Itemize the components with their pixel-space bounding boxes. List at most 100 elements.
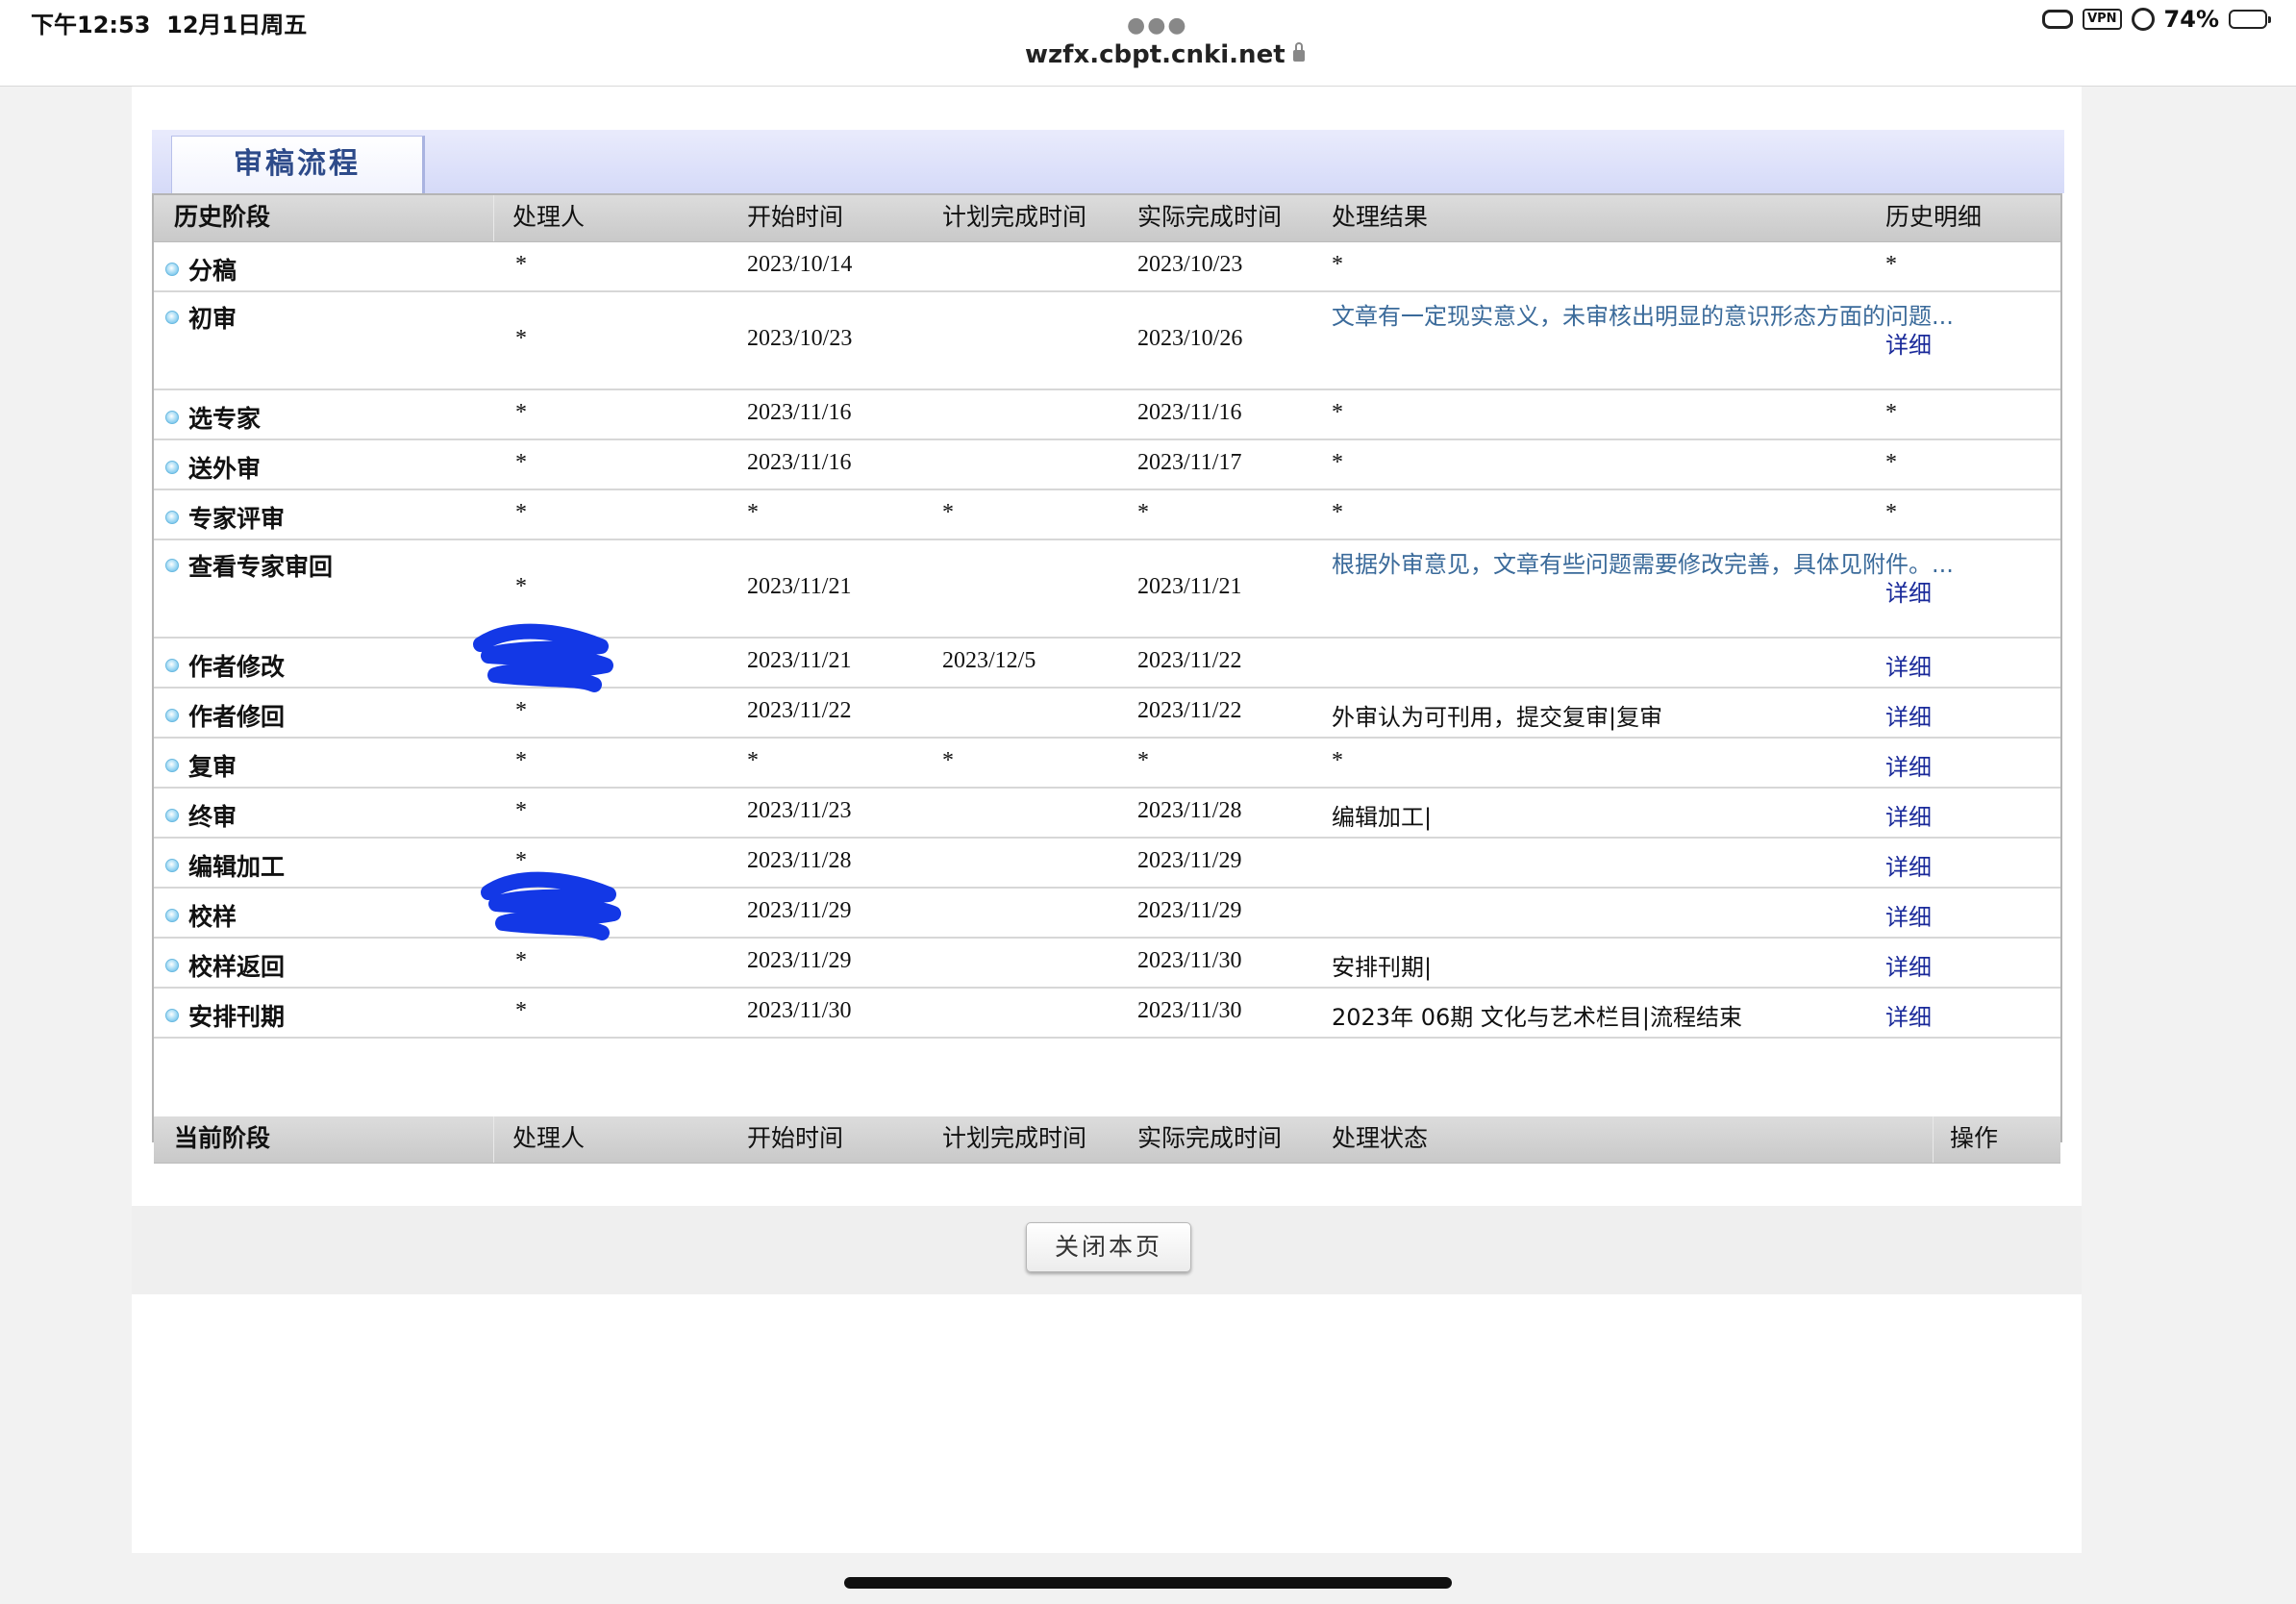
stage-label: 终审 xyxy=(188,803,237,831)
result-cell: 2023年 06期 文化与艺术栏目|流程结束 xyxy=(1332,1004,1742,1031)
table-row: 分稿 * 2023/10/14 2023/10/23 * * xyxy=(154,242,2060,292)
stage-cell: 校样返回 xyxy=(165,948,285,983)
bullet-icon xyxy=(165,511,179,524)
actual-time-cell: 2023/11/22 xyxy=(1137,648,1242,673)
bullet-icon xyxy=(165,559,179,572)
handler-cell: * xyxy=(515,326,527,351)
bullet-icon xyxy=(165,659,179,672)
header-action: 操作 xyxy=(1950,1124,1999,1152)
lock-icon xyxy=(1292,42,1305,62)
bullet-icon xyxy=(165,461,179,474)
actual-time-cell: 2023/11/21 xyxy=(1137,574,1242,599)
table-row: 安排刊期 * 2023/11/30 2023/11/30 2023年 06期 文化与艺术… xyxy=(154,989,2060,1039)
stage-cell: 初审 xyxy=(165,300,237,335)
table-row: 送外审 * 2023/11/16 2023/11/17 * * xyxy=(154,440,2060,490)
column-divider xyxy=(1933,1116,1934,1163)
detail-link[interactable]: 详细 xyxy=(1885,948,1932,982)
address-bar[interactable]: wzfx.cbpt.cnki.net xyxy=(1025,40,1305,69)
start-time-cell: 2023/11/30 xyxy=(747,998,852,1023)
table-row: 校样 2023/11/29 2023/11/29 详细 xyxy=(154,889,2060,939)
battery-percent: 74% xyxy=(2163,6,2219,33)
more-dots-icon[interactable]: ●●● xyxy=(1127,13,1188,38)
table-row: 选专家 * 2023/11/16 2023/11/16 * * xyxy=(154,390,2060,440)
actual-time-cell: * xyxy=(1137,500,1149,525)
stage-label: 校样 xyxy=(188,903,237,931)
bottom-bar: 关闭本页 xyxy=(132,1206,2082,1294)
header-planned-time: 计划完成时间 xyxy=(942,1124,1087,1152)
handler-cell: * xyxy=(515,798,527,823)
actual-time-cell: 2023/10/26 xyxy=(1137,326,1243,351)
stage-cell: 选专家 xyxy=(165,400,261,435)
header-planned-time: 计划完成时间 xyxy=(942,203,1087,231)
start-time-cell: 2023/11/22 xyxy=(747,698,852,723)
handler-cell: * xyxy=(515,748,527,773)
stage-label: 选专家 xyxy=(188,405,262,433)
result-cell: * xyxy=(1332,252,1343,277)
detail-link[interactable]: 详细 xyxy=(1885,326,1932,360)
status-bar: 下午12:53 12月1日周五 ●●● wzfx.cbpt.cnki.net V… xyxy=(0,0,2296,87)
stage-label: 查看专家审回 xyxy=(188,553,334,581)
table-row: 查看专家审回 * 2023/11/21 2023/11/21 根据外审意见，文章有些问题… xyxy=(154,540,2060,639)
stage-label: 专家评审 xyxy=(188,505,286,533)
bullet-icon xyxy=(165,859,179,872)
table-row: 作者修改 2023/11/21 2023/12/5 2023/11/22 详细 xyxy=(154,639,2060,689)
stage-cell: 专家评审 xyxy=(165,500,285,535)
redaction-scribble xyxy=(473,623,613,692)
header-handler: 处理人 xyxy=(512,203,586,231)
date-text: 12月1日周五 xyxy=(166,12,308,38)
result-cell: * xyxy=(1332,748,1343,773)
header-status: 处理状态 xyxy=(1332,1124,1429,1152)
result-cell: * xyxy=(1332,400,1343,425)
bullet-icon xyxy=(165,1009,179,1022)
column-divider xyxy=(493,1116,494,1163)
detail-link[interactable]: 详细 xyxy=(1885,898,1932,932)
start-time-cell: 2023/11/23 xyxy=(747,798,852,823)
result-cell[interactable]: 根据外审意见，文章有些问题需要修改完善，具体见附件。... xyxy=(1332,540,1954,589)
handler-cell: * xyxy=(515,998,527,1023)
link-icon xyxy=(2042,10,2074,29)
stage-cell: 送外审 xyxy=(165,450,261,485)
bullet-icon xyxy=(165,959,179,972)
detail-link[interactable]: 详细 xyxy=(1885,698,1932,732)
table-row: 专家评审 * * * * * * xyxy=(154,490,2060,540)
detail-link[interactable]: 详细 xyxy=(1885,648,1932,682)
bullet-icon xyxy=(165,263,179,276)
panel-header: 审稿流程 xyxy=(152,130,2064,194)
result-cell: 外审认为可刊用，提交复审|复审 xyxy=(1332,704,1663,731)
actual-time-cell: 2023/10/23 xyxy=(1137,252,1243,277)
close-page-button[interactable]: 关闭本页 xyxy=(1026,1222,1191,1272)
detail-cell: * xyxy=(1885,400,1897,425)
stage-label: 作者修回 xyxy=(188,703,286,731)
actual-time-cell: 2023/11/22 xyxy=(1137,698,1242,723)
stage-label: 安排刊期 xyxy=(188,1003,286,1031)
stage-cell: 安排刊期 xyxy=(165,998,285,1033)
stage-label: 作者修改 xyxy=(188,653,286,681)
detail-link[interactable]: 详细 xyxy=(1885,574,1932,608)
header-actual-time: 实际完成时间 xyxy=(1137,1124,1283,1152)
actual-time-cell: 2023/11/17 xyxy=(1137,450,1242,475)
battery-icon xyxy=(2229,10,2271,29)
rotation-lock-icon xyxy=(2131,8,2155,31)
stage-cell: 查看专家审回 xyxy=(165,548,333,583)
header-history-detail: 历史明细 xyxy=(1885,203,1983,231)
stage-cell: 校样 xyxy=(165,898,237,933)
detail-link[interactable]: 详细 xyxy=(1885,798,1932,832)
result-cell: * xyxy=(1332,500,1343,525)
detail-link[interactable]: 详细 xyxy=(1885,998,1932,1032)
result-cell[interactable]: 文章有一定现实意义，未审核出明显的意识形态方面的问题... xyxy=(1332,292,1954,340)
table-row: 编辑加工 * 2023/11/28 2023/11/29 详细 xyxy=(154,839,2060,889)
start-time-cell: * xyxy=(747,500,759,525)
start-time-cell: * xyxy=(747,748,759,773)
history-header-row: 历史阶段 处理人 开始时间 计划完成时间 实际完成时间 处理结果 历史明细 xyxy=(154,195,2060,242)
stage-label: 分稿 xyxy=(188,257,237,285)
handler-cell: * xyxy=(515,948,527,973)
header-actual-time: 实际完成时间 xyxy=(1137,203,1283,231)
bullet-icon xyxy=(165,709,179,722)
start-time-cell: 2023/11/21 xyxy=(747,574,852,599)
detail-link[interactable]: 详细 xyxy=(1885,748,1932,782)
detail-link[interactable]: 详细 xyxy=(1885,848,1932,882)
tab-review-process[interactable]: 审稿流程 xyxy=(171,136,425,194)
home-indicator[interactable] xyxy=(844,1577,1452,1589)
actual-time-cell: 2023/11/16 xyxy=(1137,400,1242,425)
bullet-icon xyxy=(165,759,179,772)
